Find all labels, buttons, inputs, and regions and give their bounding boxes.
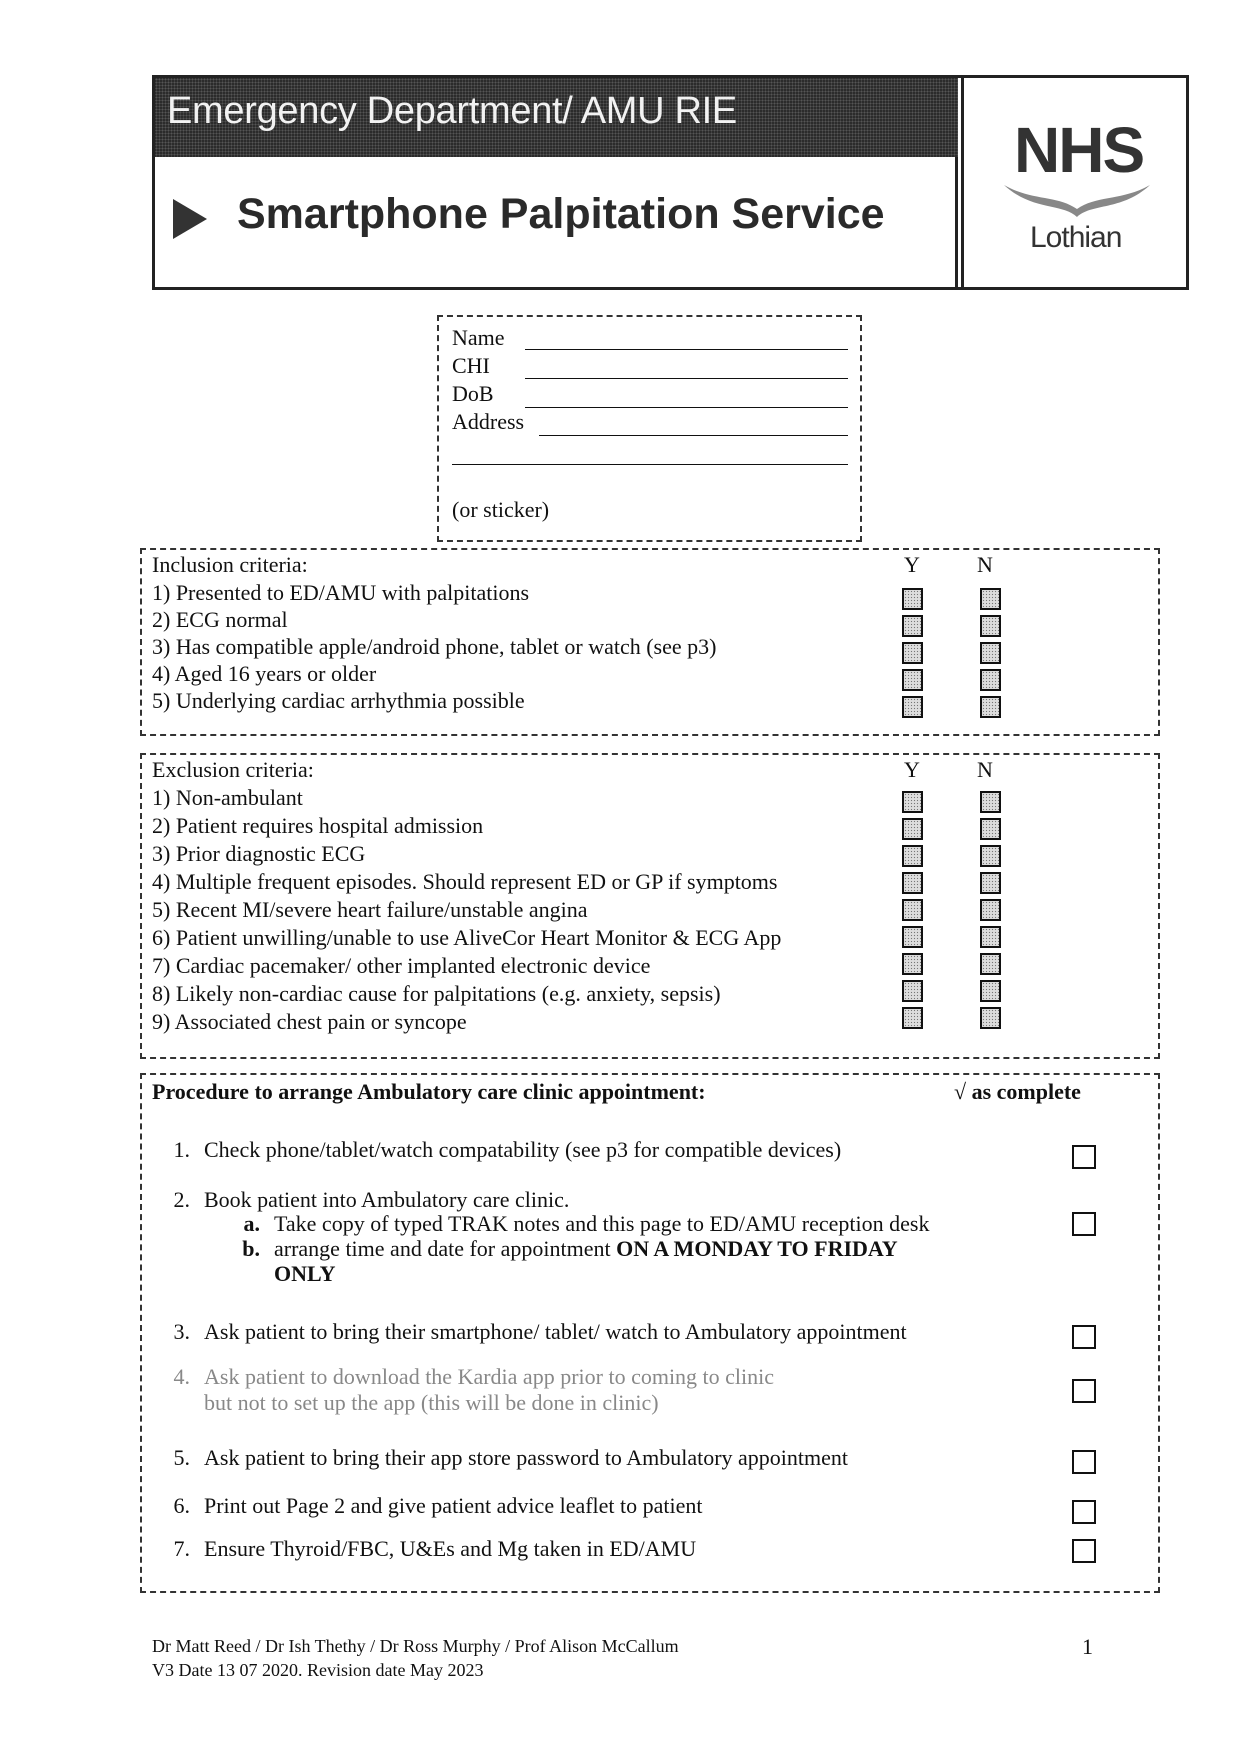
step-3-complete-checkbox[interactable] [1072,1325,1096,1349]
procedure-box: Procedure to arrange Ambulatory care cli… [140,1073,1160,1593]
inclusion-1-no-checkbox[interactable] [980,588,1001,610]
exclusion-criteria-box: Exclusion criteria: Y N 1) Non-ambulant … [140,753,1160,1059]
exclusion-4-no-checkbox[interactable] [980,872,1001,894]
chi-field[interactable] [525,378,848,379]
exclusion-item: 2) Patient requires hospital admission [152,813,484,838]
exclusion-item: 4) Multiple frequent episodes. Should re… [152,869,778,894]
exclusion-7-yes-checkbox[interactable] [902,953,923,975]
exclusion-item: 9) Associated chest pain or syncope [152,1009,467,1034]
inclusion-item: 2) ECG normal [152,607,288,632]
exclusion-3-no-checkbox[interactable] [980,845,1001,867]
dob-label: DoB [452,381,494,406]
exclusion-item: 8) Likely non-cardiac cause for palpitat… [152,981,721,1006]
logo-nhs-text: NHS [1014,114,1145,186]
service-title-panel: Smartphone Palpitation Service [155,157,958,287]
address-field-line-2[interactable] [452,464,848,465]
exclusion-yes-header: Y [904,757,920,782]
inclusion-item: 5) Underlying cardiac arrhythmia possibl… [152,688,525,713]
exclusion-6-yes-checkbox[interactable] [902,926,923,948]
exclusion-item: 1) Non-ambulant [152,785,303,810]
name-field[interactable] [525,349,848,350]
step-2a-complete-checkbox[interactable] [1072,1212,1096,1236]
footer-authors: Dr Matt Reed / Dr Ish Thethy / Dr Ross M… [152,1636,679,1656]
arrow-bullet-icon [173,199,207,239]
inclusion-item: 1) Presented to ED/AMU with palpitations [152,580,530,605]
step-4-complete-checkbox[interactable] [1072,1379,1096,1403]
exclusion-9-no-checkbox[interactable] [980,1007,1001,1029]
exclusion-3-yes-checkbox[interactable] [902,845,923,867]
inclusion-3-yes-checkbox[interactable] [902,642,923,664]
document-header: Emergency Department/ AMU RIE Smartphone… [152,75,1189,290]
inclusion-5-no-checkbox[interactable] [980,696,1001,718]
service-title: Smartphone Palpitation Service [237,190,885,238]
exclusion-8-no-checkbox[interactable] [980,980,1001,1002]
inclusion-item: 4) Aged 16 years or older [152,661,377,686]
step-5-complete-checkbox[interactable] [1072,1450,1096,1474]
exclusion-9-yes-checkbox[interactable] [902,1007,923,1029]
procedure-heading: Procedure to arrange Ambulatory care cli… [152,1079,706,1104]
exclusion-7-no-checkbox[interactable] [980,953,1001,975]
exclusion-6-no-checkbox[interactable] [980,926,1001,948]
exclusion-2-no-checkbox[interactable] [980,818,1001,840]
patient-details-box: Name CHI DoB Address (or sticker) [437,315,862,542]
procedure-step-4-continued: but not to set up the app (this will be … [204,1390,659,1415]
exclusion-1-no-checkbox[interactable] [980,791,1001,813]
footer-version: V3 Date 13 07 2020. Revision date May 20… [152,1660,484,1680]
exclusion-item: 3) Prior diagnostic ECG [152,841,366,866]
procedure-step-2b-continued: ONLY [274,1261,336,1286]
chi-label: CHI [452,353,490,378]
inclusion-yes-header: Y [904,552,920,577]
inclusion-4-yes-checkbox[interactable] [902,669,923,691]
inclusion-5-yes-checkbox[interactable] [902,696,923,718]
document-footer: Dr Matt Reed / Dr Ish Thethy / Dr Ross M… [152,1634,679,1682]
inclusion-3-no-checkbox[interactable] [980,642,1001,664]
department-name: Emergency Department/ AMU RIE [167,90,737,132]
exclusion-1-yes-checkbox[interactable] [902,791,923,813]
exclusion-5-no-checkbox[interactable] [980,899,1001,921]
step-6-complete-checkbox[interactable] [1072,1500,1096,1524]
inclusion-1-yes-checkbox[interactable] [902,588,923,610]
nhs-lothian-logo: NHS Lothian [961,78,1186,287]
logo-swoosh-icon [1004,185,1150,217]
exclusion-8-yes-checkbox[interactable] [902,980,923,1002]
exclusion-heading: Exclusion criteria: [152,757,314,782]
address-field-line-1[interactable] [539,435,848,436]
step-1-complete-checkbox[interactable] [1072,1145,1096,1169]
inclusion-heading: Inclusion criteria: [152,552,308,577]
exclusion-no-header: N [977,757,993,782]
name-label: Name [452,325,505,350]
inclusion-2-yes-checkbox[interactable] [902,615,923,637]
exclusion-item: 5) Recent MI/severe heart failure/unstab… [152,897,588,922]
inclusion-4-no-checkbox[interactable] [980,669,1001,691]
exclusion-item: 7) Cardiac pacemaker/ other implanted el… [152,953,651,978]
inclusion-no-header: N [977,552,993,577]
sticker-note: (or sticker) [452,497,550,522]
address-label: Address [452,409,525,434]
logo-region-text: Lothian [1030,221,1122,254]
exclusion-5-yes-checkbox[interactable] [902,899,923,921]
department-banner: Emergency Department/ AMU RIE [155,78,958,157]
exclusion-2-yes-checkbox[interactable] [902,818,923,840]
complete-column-header: √ as complete [954,1079,1081,1104]
page-number: 1 [1082,1634,1093,1659]
exclusion-item: 6) Patient unwilling/unable to use Alive… [152,925,782,950]
step-7-complete-checkbox[interactable] [1072,1539,1096,1563]
dob-field[interactable] [525,407,848,408]
inclusion-criteria-box: Inclusion criteria: Y N 1) Presented to … [140,548,1160,736]
exclusion-4-yes-checkbox[interactable] [902,872,923,894]
inclusion-item: 3) Has compatible apple/android phone, t… [152,634,717,659]
inclusion-2-no-checkbox[interactable] [980,615,1001,637]
